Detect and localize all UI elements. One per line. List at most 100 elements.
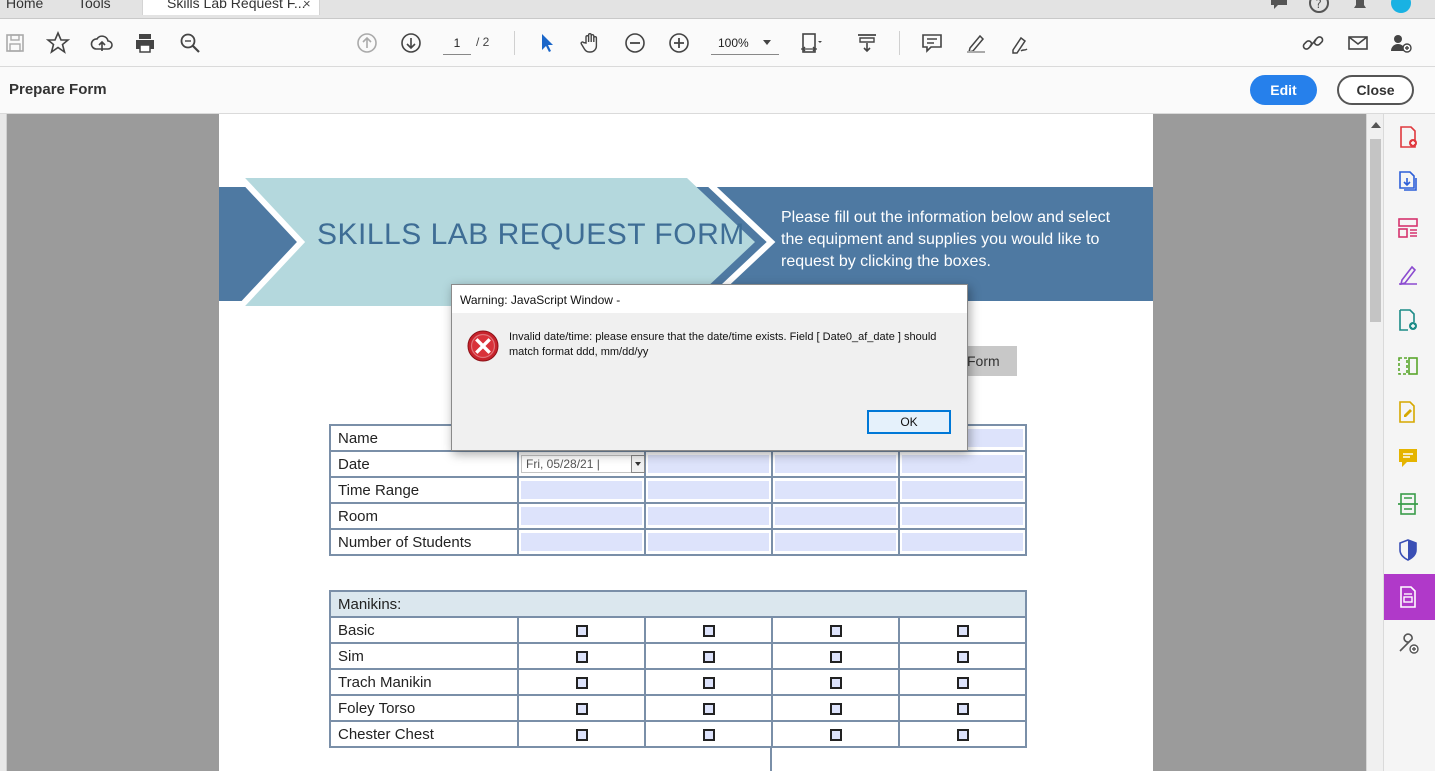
zoom-out-icon[interactable] (622, 30, 648, 56)
user-avatar-icon[interactable] (1390, 0, 1412, 14)
zoom-in-icon[interactable] (666, 30, 692, 56)
room-field-3[interactable] (771, 502, 900, 530)
prepare-form-bar: Prepare Form Edit Close (0, 67, 1435, 114)
date-field-2[interactable] (644, 450, 773, 478)
dialog-titlebar[interactable]: Warning: JavaScript Window - (452, 285, 967, 313)
trach-checkbox-3[interactable] (829, 676, 842, 689)
date-field-3[interactable] (771, 450, 900, 478)
basic-checkbox-3[interactable] (829, 624, 842, 637)
scroll-up-arrow-icon[interactable] (1371, 122, 1381, 128)
left-panel-edge[interactable] (0, 114, 7, 771)
vertical-scrollbar[interactable] (1366, 114, 1383, 771)
zoom-dropdown-caret-icon[interactable] (763, 40, 771, 45)
edit-pdf-icon[interactable] (1395, 307, 1421, 333)
checkbox-cell (771, 694, 900, 722)
tab-document[interactable]: Skills Lab Request F... (142, 0, 320, 15)
trach-checkbox-1[interactable] (575, 676, 588, 689)
chat-icon[interactable] (1268, 0, 1290, 14)
previous-page-icon[interactable] (354, 30, 380, 56)
basic-checkbox-2[interactable] (702, 624, 715, 637)
close-button[interactable]: Close (1337, 75, 1414, 105)
foley-checkbox-1[interactable] (575, 702, 588, 715)
sim-checkbox-2[interactable] (702, 650, 715, 663)
checkbox-cell (517, 668, 646, 696)
chester-checkbox-4[interactable] (956, 728, 969, 741)
hand-pan-icon[interactable] (578, 30, 604, 56)
protect-shield-icon[interactable] (1395, 537, 1421, 563)
next-page-icon[interactable] (398, 30, 424, 56)
row-label-date: Date (329, 450, 519, 478)
print-icon[interactable] (132, 30, 158, 56)
date-field-1[interactable]: Fri, 05/28/21 | (517, 450, 646, 478)
comment-tool-icon[interactable] (1395, 445, 1421, 471)
help-icon[interactable]: ? (1308, 0, 1330, 14)
request-signatures-icon[interactable] (1395, 399, 1421, 425)
students-field-3[interactable] (771, 528, 900, 556)
trach-checkbox-2[interactable] (702, 676, 715, 689)
bookmark-star-icon[interactable] (45, 30, 71, 56)
table-row: Number of Students (329, 528, 1027, 556)
more-tools-icon[interactable] (1395, 630, 1421, 656)
ok-button[interactable]: OK (867, 410, 951, 434)
students-field-4[interactable] (898, 528, 1027, 556)
scroll-mode-icon[interactable] (854, 30, 880, 56)
scan-ocr-icon[interactable] (1395, 491, 1421, 517)
share-link-icon[interactable] (1300, 30, 1326, 56)
date-input[interactable]: Fri, 05/28/21 | (521, 455, 645, 473)
room-field-2[interactable] (644, 502, 773, 530)
scrollbar-thumb[interactable] (1370, 139, 1381, 322)
search-zoom-icon[interactable] (177, 30, 203, 56)
tab-close-icon[interactable]: × (303, 0, 311, 11)
sim-checkbox-3[interactable] (829, 650, 842, 663)
manikin-label-sim: Sim (329, 642, 519, 670)
room-field-1[interactable] (517, 502, 646, 530)
highlight-pen-icon[interactable] (963, 30, 989, 56)
time-range-field-1[interactable] (517, 476, 646, 504)
tab-tools[interactable]: Tools (78, 0, 111, 11)
room-field-4[interactable] (898, 502, 1027, 530)
prepare-form-title: Prepare Form (9, 81, 107, 98)
date-dropdown-icon[interactable] (631, 455, 645, 473)
basic-checkbox-4[interactable] (956, 624, 969, 637)
email-icon[interactable] (1345, 30, 1371, 56)
students-field-1[interactable] (517, 528, 646, 556)
select-cursor-icon[interactable] (534, 30, 560, 56)
checkbox-cell (644, 642, 773, 670)
tab-home[interactable]: Home (6, 0, 43, 11)
fill-sign-icon[interactable] (1395, 261, 1421, 287)
basic-checkbox-1[interactable] (575, 624, 588, 637)
cloud-upload-icon[interactable] (89, 30, 115, 56)
chester-checkbox-1[interactable] (575, 728, 588, 741)
chester-checkbox-2[interactable] (702, 728, 715, 741)
create-pdf-icon[interactable] (1395, 124, 1421, 150)
export-pdf-icon[interactable] (1395, 169, 1421, 195)
sign-pen-icon[interactable] (1007, 30, 1033, 56)
sim-checkbox-1[interactable] (575, 650, 588, 663)
edit-button[interactable]: Edit (1250, 75, 1317, 105)
students-field-2[interactable] (644, 528, 773, 556)
compare-files-icon[interactable] (1395, 353, 1421, 379)
sim-checkbox-4[interactable] (956, 650, 969, 663)
time-range-field-2[interactable] (644, 476, 773, 504)
page-fit-icon[interactable] (798, 30, 824, 56)
chester-checkbox-3[interactable] (829, 728, 842, 741)
comment-icon[interactable] (919, 30, 945, 56)
page-number-input[interactable]: 1 (443, 33, 471, 55)
checkbox-cell (517, 720, 646, 748)
foley-checkbox-2[interactable] (702, 702, 715, 715)
save-icon[interactable] (2, 30, 28, 56)
date-field-4[interactable] (898, 450, 1027, 478)
foley-checkbox-4[interactable] (956, 702, 969, 715)
checkbox-cell (898, 668, 1027, 696)
add-user-icon[interactable] (1388, 30, 1414, 56)
organize-pages-icon[interactable] (1395, 215, 1421, 241)
time-range-field-3[interactable] (771, 476, 900, 504)
foley-checkbox-3[interactable] (829, 702, 842, 715)
time-range-field-4[interactable] (898, 476, 1027, 504)
manikins-table: Manikins: Basic Sim Trach Manikin Foley … (329, 590, 1027, 748)
prepare-form-tool-icon[interactable] (1395, 584, 1421, 610)
table-row: Date Fri, 05/28/21 | (329, 450, 1027, 478)
notification-bell-icon[interactable] (1349, 0, 1371, 14)
trach-checkbox-4[interactable] (956, 676, 969, 689)
checkbox-cell (771, 720, 900, 748)
